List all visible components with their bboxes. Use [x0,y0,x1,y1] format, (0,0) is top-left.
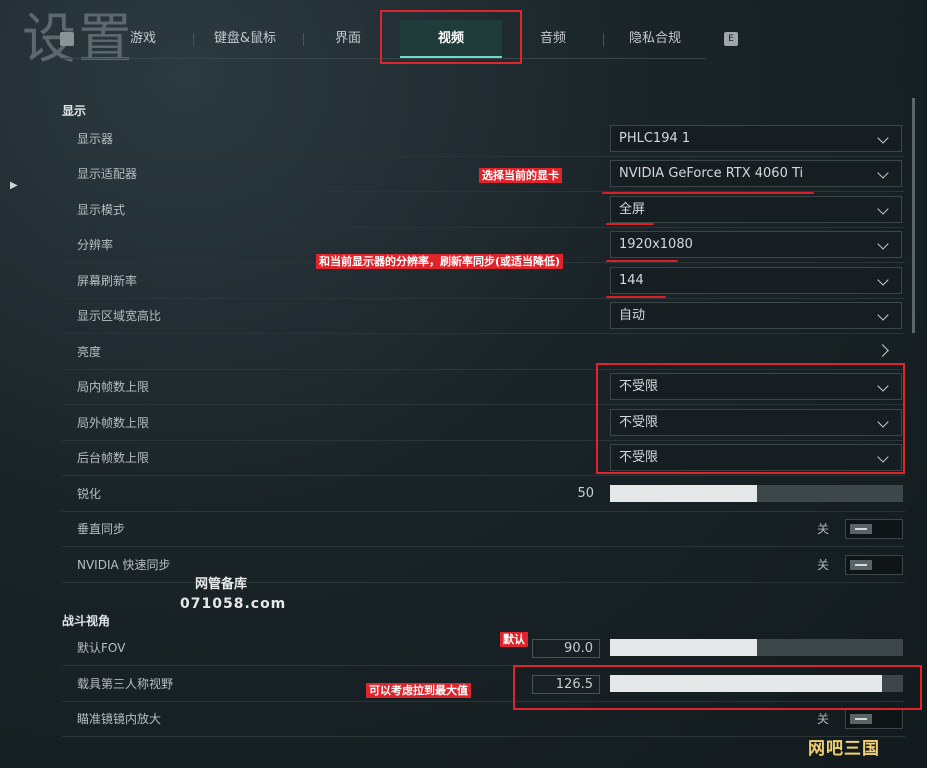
fov-slider[interactable] [610,639,903,656]
chevron-down-icon [877,274,889,286]
tab-next-hotkey-icon: E [724,32,738,46]
setting-label: 默认FOV [77,641,126,655]
scope-zoom-toggle[interactable] [845,709,903,729]
annotation-note: 可以考虑拉到最大值 [366,683,471,698]
setting-label: 垂直同步 [77,522,126,536]
tab-keyboard-mouse[interactable]: 键盘&鼠标 [200,20,290,58]
side-pointer-icon: ▶ [10,180,18,191]
sharpen-slider[interactable] [610,485,903,502]
resolution-dropdown[interactable]: 1920x1080 [610,231,902,258]
fov-input[interactable]: 90.0 [532,639,600,658]
setting-row-refresh-rate: 屏幕刷新率 144 [62,264,905,299]
chevron-down-icon [877,167,889,179]
watermark-site-url: 071058.com [180,596,287,612]
setting-label: 局外帧数上限 [77,416,150,430]
dropdown-value: 全屏 [619,202,646,217]
adapter-dropdown[interactable]: NVIDIA GeForce RTX 4060 Ti [610,160,902,187]
tab-prev-hotkey-icon [60,32,74,46]
annotation-box-video-tab [380,10,522,64]
vsync-toggle[interactable] [845,519,903,539]
setting-label: NVIDIA 快速同步 [77,558,171,572]
annotation-box-fps-limits [596,363,905,474]
monitor-dropdown[interactable]: PHLC194 1 [610,125,902,152]
dropdown-value: PHLC194 1 [619,131,691,146]
annotation-underline [606,223,654,225]
setting-row-display-mode: 显示模式 全屏 [62,193,905,228]
annotation-note: 选择当前的显卡 [479,168,562,183]
chevron-down-icon [877,203,889,215]
dropdown-value: 144 [619,273,644,288]
toggle-state: 关 [816,558,829,572]
chevron-down-icon [877,238,889,250]
section-display: 显示 [62,104,87,118]
display-mode-dropdown[interactable]: 全屏 [610,196,902,223]
slider-fill [610,639,757,656]
section-combat-view: 战斗视角 [62,614,111,628]
annotation-underline [602,192,814,194]
setting-row-fov: 默认FOV 90.0 [62,631,905,666]
setting-label: 显示模式 [77,203,126,217]
setting-label: 分辨率 [77,238,114,252]
nvidia-reflex-toggle[interactable] [845,555,903,575]
tab-interface[interactable]: 界面 [310,20,386,58]
dropdown-value: NVIDIA GeForce RTX 4060 Ti [619,166,804,181]
setting-label: 屏幕刷新率 [77,274,138,288]
setting-row-aspect-ratio: 显示区域宽高比 自动 [62,299,905,334]
dropdown-value: 1920x1080 [619,237,693,252]
setting-label: 载具第三人称视野 [77,677,174,691]
number-value: 90.0 [564,641,593,656]
toggle-knob [850,714,872,724]
watermark-corner: 网吧三国 [808,739,880,759]
tab-divider [603,33,604,46]
setting-label: 瞄准镜镜内放大 [77,712,162,726]
slider-value: 50 [577,486,594,501]
chevron-right-icon[interactable] [876,344,889,357]
setting-label: 显示器 [77,132,114,146]
dropdown-value: 自动 [619,308,646,323]
tab-audio[interactable]: 音频 [516,20,590,58]
annotation-box-vehicle-fov [513,665,922,710]
refresh-rate-dropdown[interactable]: 144 [610,267,902,294]
toggle-knob [850,524,872,534]
toggle-state: 关 [816,522,829,536]
toggle-knob [850,560,872,570]
setting-label: 锐化 [77,487,102,501]
setting-label: 显示区域宽高比 [77,309,162,323]
setting-label: 局内帧数上限 [77,380,150,394]
annotation-underline [606,260,678,262]
annotation-note: 默认 [500,632,528,647]
setting-label: 后台帧数上限 [77,451,150,465]
tab-divider [303,33,304,46]
setting-row-sharpen: 锐化 50 [62,477,905,512]
setting-row-monitor: 显示器 PHLC194 1 [62,122,905,157]
tab-divider [193,33,194,46]
chevron-down-icon [877,132,889,144]
setting-row-nvidia-reflex: NVIDIA 快速同步 关 [62,548,905,583]
scrollbar[interactable] [912,98,915,333]
slider-fill [610,485,757,502]
tab-privacy[interactable]: 隐私合规 [612,20,698,58]
tab-game[interactable]: 游戏 [108,20,178,58]
aspect-ratio-dropdown[interactable]: 自动 [610,302,902,329]
setting-label: 亮度 [77,345,102,359]
annotation-underline [606,296,666,298]
annotation-note: 和当前显示器的分辨率，刷新率同步(或适当降低) [316,254,564,269]
setting-row-vsync: 垂直同步 关 [62,512,905,547]
setting-label: 显示适配器 [77,167,138,181]
chevron-down-icon [877,309,889,321]
watermark-site-name: 网管备库 [195,577,248,592]
